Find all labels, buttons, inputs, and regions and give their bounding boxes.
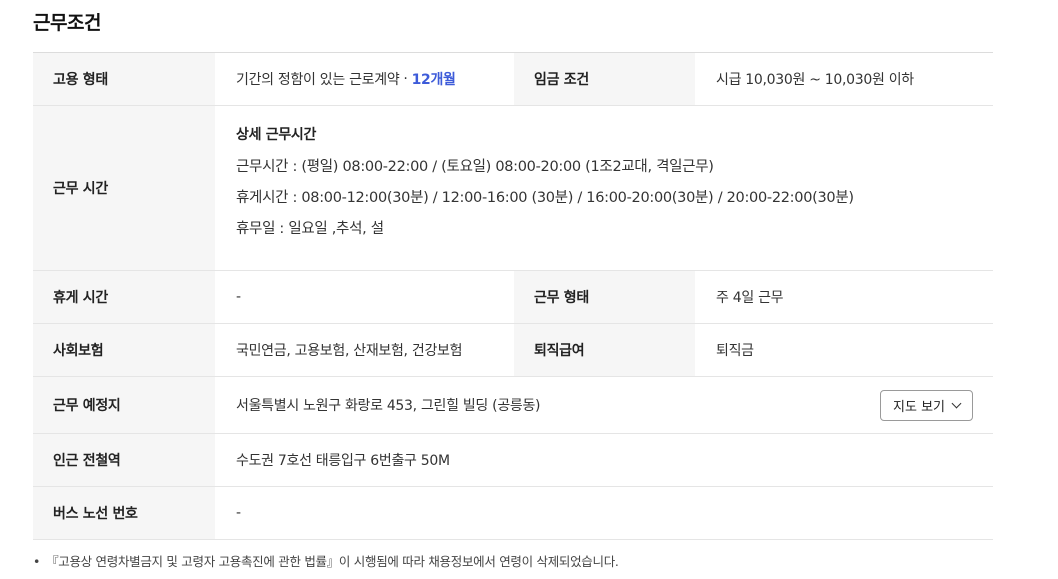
row-break: 휴게 시간 - 근무 형태 주 4일 근무 [33, 271, 993, 324]
view-map-label: 지도 보기 [893, 399, 945, 415]
bus-value: - [236, 505, 241, 521]
detail-hours-title: 상세 근무시간 [236, 127, 317, 143]
severance-value: 퇴직금 [716, 343, 754, 359]
insurance-value: 국민연금, 고용보험, 산재보험, 건강보험 [236, 343, 463, 359]
separator-dot: · [403, 71, 408, 87]
row-station: 인근 전철역 수도권 7호선 태릉입구 6번출구 50M [33, 434, 993, 487]
work-hours-detail: 상세 근무시간 근무시간 : (평일) 08:00-22:00 / (토요일) … [215, 106, 993, 270]
row-location: 근무 예정지 서울특별시 노원구 화랑로 453, 그린힐 빌딩 (공릉동) 지… [33, 377, 993, 434]
bus-label: 버스 노선 번호 [33, 487, 215, 539]
break-time-value: - [236, 289, 241, 305]
employment-type-value: 기간의 정함이 있는 근로계약 · 12개월 [215, 53, 514, 105]
station-label: 인근 전철역 [33, 434, 215, 486]
employment-type-label: 고용 형태 [33, 53, 215, 105]
days-off-line: 휴무일 : 일요일 ,추석, 설 [236, 221, 384, 237]
bullet-icon: • [33, 554, 41, 569]
insurance-label: 사회보험 [33, 324, 215, 376]
location-label: 근무 예정지 [33, 377, 215, 433]
row-work-hours: 근무 시간 상세 근무시간 근무시간 : (평일) 08:00-22:00 / … [33, 106, 993, 271]
employment-type-text: 기간의 정함이 있는 근로계약 [236, 72, 400, 88]
row-insurance: 사회보험 국민연금, 고용보험, 산재보험, 건강보험 퇴직급여 퇴직금 [33, 324, 993, 377]
break-time-label: 휴게 시간 [33, 271, 215, 323]
work-type-value: 주 4일 근무 [716, 290, 784, 306]
row-employment: 고용 형태 기간의 정함이 있는 근로계약 · 12개월 임금 조건 시급 10… [33, 53, 993, 106]
view-map-button[interactable]: 지도 보기 [880, 389, 973, 421]
work-hours-label: 근무 시간 [33, 106, 215, 270]
row-bus: 버스 노선 번호 - [33, 487, 993, 540]
age-notice: • 『고용상 연령차별금지 및 고령자 고용촉진에 관한 법률』이 시행됨에 따라… [33, 551, 619, 570]
chevron-down-icon [951, 398, 962, 408]
break-hours-line: 휴게시간 : 08:00-12:00(30분) / 12:00-16:00 (3… [236, 190, 854, 206]
work-type-label: 근무 형태 [514, 271, 695, 323]
work-hours-line: 근무시간 : (평일) 08:00-22:00 / (토요일) 08:00-20… [236, 159, 714, 175]
wage-label: 임금 조건 [514, 53, 695, 105]
contract-duration: 12개월 [411, 72, 456, 88]
location-address: 서울특별시 노원구 화랑로 453, 그린힐 빌딩 (공릉동) [236, 398, 541, 414]
station-value: 수도권 7호선 태릉입구 6번출구 50M [236, 453, 450, 469]
location-value-cell: 서울특별시 노원구 화랑로 453, 그린힐 빌딩 (공릉동) 지도 보기 [215, 377, 993, 433]
age-notice-text: 『고용상 연령차별금지 및 고령자 고용촉진에 관한 법률』이 시행됨에 따라 … [46, 554, 619, 569]
conditions-table: 고용 형태 기간의 정함이 있는 근로계약 · 12개월 임금 조건 시급 10… [33, 52, 993, 540]
section-title: 근무조건 [33, 12, 101, 34]
wage-value: 시급 10,030원 ~ 10,030원 이하 [716, 72, 914, 88]
severance-label: 퇴직급여 [514, 324, 695, 376]
